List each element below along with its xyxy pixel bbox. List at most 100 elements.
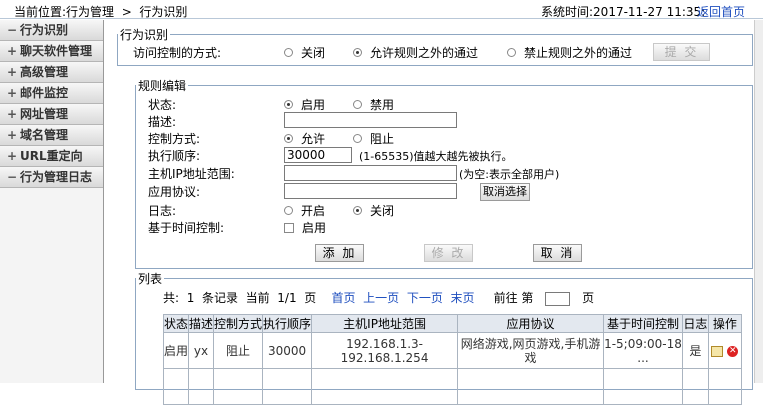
sidebar-item-chat-software[interactable]: + 聊天软件管理 xyxy=(0,41,103,62)
time-control-label: 基于时间控制: xyxy=(148,221,225,235)
breadcrumb-path: 行为管理 xyxy=(66,5,115,19)
radio-control-block[interactable]: 阻止 xyxy=(353,130,394,147)
expand-icon: + xyxy=(6,128,18,142)
app-protocol-label: 应用协议: xyxy=(148,185,201,199)
sidebar-item-label: 域名管理 xyxy=(20,128,69,142)
radio-log-off[interactable]: 关闭 xyxy=(353,202,394,219)
execution-order-label: 执行顺序: xyxy=(148,149,201,163)
vertical-scrollbar[interactable] xyxy=(754,20,763,383)
add-button[interactable]: 添 加 xyxy=(315,244,364,262)
total-prefix: 共: xyxy=(163,291,180,305)
cancel-selection-button[interactable]: 取消选择 xyxy=(480,183,530,201)
col-control: 控制方式 xyxy=(213,314,264,333)
goto-page-input[interactable] xyxy=(545,291,571,306)
radio-control-allow[interactable]: 允许 xyxy=(284,130,325,147)
host-ip-range-label: 主机IP地址范围: xyxy=(148,167,235,181)
radio-method-off[interactable]: 关闭 xyxy=(284,44,325,61)
sidebar-item-label: 行为识别 xyxy=(20,23,69,37)
col-order: 执行顺序 xyxy=(262,314,313,333)
goto-suffix: 页 xyxy=(582,291,595,305)
section-legend: 列表 xyxy=(138,272,163,286)
page-prefix: 当前 xyxy=(245,291,270,305)
sidebar-item-url-redirect[interactable]: + URL重定向 xyxy=(0,146,103,167)
main-content: 行为识别 访问控制的方式: 关闭 允许规则之外的通过 禁止规则之外的通过 提 交… xyxy=(105,20,763,405)
col-desc: 描述 xyxy=(188,314,215,333)
sidebar-item-label: 行为管理日志 xyxy=(20,170,93,184)
expand-icon: + xyxy=(6,44,18,58)
control-method-label: 控制方式: xyxy=(148,132,201,146)
collapse-icon: − xyxy=(6,170,18,184)
col-protocol: 应用协议 xyxy=(457,314,605,333)
radio-icon xyxy=(353,134,362,143)
cell-protocol: 网络游戏,网页游戏,手机游戏 xyxy=(457,332,605,369)
cell-time-control: 1-5;09:00-18... xyxy=(603,332,683,369)
sidebar-item-label: URL重定向 xyxy=(20,149,83,163)
section-legend: 规则编辑 xyxy=(138,79,187,93)
radio-method-allow-outside[interactable]: 允许规则之外的通过 xyxy=(353,44,478,61)
status-label: 状态: xyxy=(148,98,177,112)
radio-method-deny-outside[interactable]: 禁止规则之外的通过 xyxy=(507,44,632,61)
radio-status-enable[interactable]: 启用 xyxy=(284,96,325,113)
cell-log: 是 xyxy=(681,332,709,369)
sidebar: − 行为识别 + 聊天软件管理 + 高级管理 + 邮件监控 + 网址管理 + 域名管理 + U… xyxy=(0,20,104,383)
table-row: 启用 yx 阻止 30000 192.168.1.3- 192.168.1.254… xyxy=(162,332,742,369)
modify-button[interactable]: 修 改 xyxy=(424,244,473,262)
system-time-value: 2017-11-27 11:35: xyxy=(593,5,706,19)
radio-selected-icon xyxy=(284,134,293,143)
sidebar-item-mail-monitor[interactable]: + 邮件监控 xyxy=(0,83,103,104)
sidebar-item-advanced[interactable]: + 高级管理 xyxy=(0,62,103,83)
radio-status-disable[interactable]: 禁用 xyxy=(353,96,394,113)
breadcrumb-current: 行为识别 xyxy=(139,5,188,19)
top-bar: 当前位置:行为管理 > 行为识别 系统时间:2017-11-27 11:35: … xyxy=(0,0,763,19)
collapse-icon: − xyxy=(6,23,18,37)
cell-host: 192.168.1.3- 192.168.1.254 xyxy=(311,332,459,369)
system-time: 系统时间:2017-11-27 11:35: xyxy=(541,3,705,20)
sidebar-item-url-management[interactable]: + 网址管理 xyxy=(0,104,103,125)
description-label: 描述: xyxy=(148,115,177,129)
cell-status: 启用 xyxy=(162,332,190,369)
pagination-bar: 共: 1 条记录 当前 1/1 页 首页 上一页 下一页 末页 前往 第 页 xyxy=(163,289,594,306)
section-legend: 行为识别 xyxy=(120,28,169,42)
sidebar-item-label: 高级管理 xyxy=(20,65,69,79)
next-page-link[interactable]: 下一页 xyxy=(407,291,443,305)
log-label: 日志: xyxy=(148,204,177,218)
expand-icon: + xyxy=(6,65,18,79)
host-ip-range-input[interactable] xyxy=(284,165,457,181)
first-page-link[interactable]: 首页 xyxy=(332,291,356,305)
radio-label: 允许规则之外的通过 xyxy=(370,46,479,60)
execution-order-input[interactable]: 30000 xyxy=(284,147,352,163)
cancel-button[interactable]: 取 消 xyxy=(533,244,582,262)
protocol-line: 网络游戏,网页游戏,手机游 xyxy=(460,336,601,351)
delete-icon[interactable]: ✕ xyxy=(727,345,739,357)
host-line: 192.168.1.3- xyxy=(346,336,423,351)
col-status: 状态 xyxy=(162,314,190,333)
radio-selected-icon xyxy=(353,206,362,215)
description-input[interactable] xyxy=(284,112,457,128)
table-row-empty xyxy=(162,368,742,405)
execution-order-hint: (1-65535)值越大越先被执行。 xyxy=(359,150,513,163)
host-ip-range-hint: (为空:表示全部用户) xyxy=(459,168,560,181)
app-protocol-input[interactable] xyxy=(284,183,457,199)
page-value: 1/1 xyxy=(277,291,297,305)
rules-table: 状态 描述 控制方式 执行顺序 主机IP地址范围 应用协议 基于时间控制 日志 … xyxy=(162,314,742,405)
radio-label: 阻止 xyxy=(370,132,395,146)
sidebar-item-domain-management[interactable]: + 域名管理 xyxy=(0,125,103,146)
radio-icon xyxy=(507,48,516,57)
time-line: ... xyxy=(637,350,649,365)
submit-button[interactable]: 提 交 xyxy=(653,43,710,61)
radio-log-on[interactable]: 开启 xyxy=(284,202,325,219)
sidebar-item-behavior-log[interactable]: − 行为管理日志 xyxy=(0,167,103,188)
prev-page-link[interactable]: 上一页 xyxy=(363,291,399,305)
checkbox-icon xyxy=(284,222,294,233)
last-page-link[interactable]: 末页 xyxy=(450,291,474,305)
edit-icon[interactable] xyxy=(711,345,724,357)
radio-label: 关闭 xyxy=(301,46,326,60)
radio-label: 禁用 xyxy=(370,98,395,112)
back-home-link[interactable]: 返回首页 xyxy=(697,3,745,20)
table-header-row: 状态 描述 控制方式 执行顺序 主机IP地址范围 应用协议 基于时间控制 日志 … xyxy=(162,314,742,333)
cell-order: 30000 xyxy=(262,332,313,369)
radio-label: 允许 xyxy=(301,132,326,146)
time-control-checkbox[interactable]: 启用 xyxy=(284,219,326,236)
total-suffix: 条记录 xyxy=(201,291,238,305)
sidebar-item-behavior-recognition[interactable]: − 行为识别 xyxy=(0,20,103,41)
